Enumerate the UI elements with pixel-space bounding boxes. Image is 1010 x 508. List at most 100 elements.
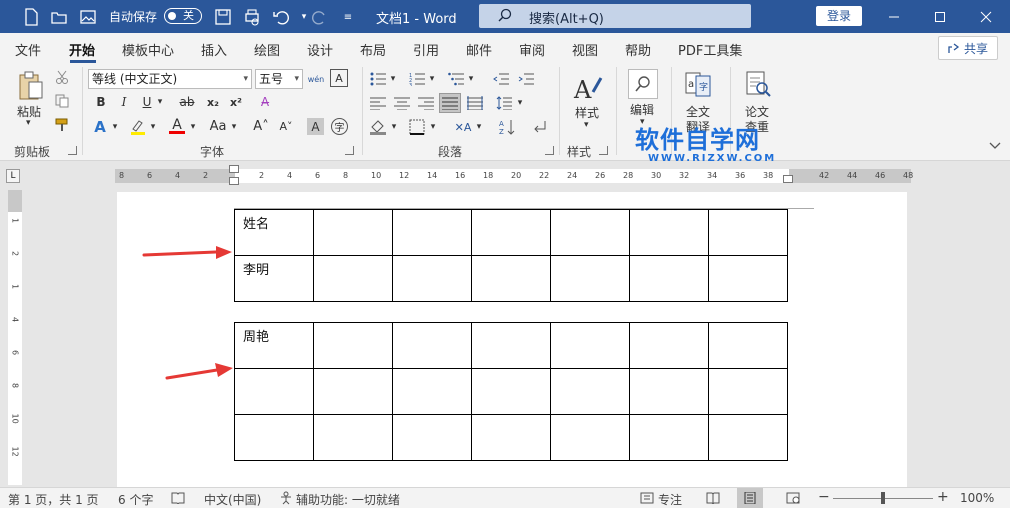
bold-icon[interactable]: B <box>94 95 108 109</box>
phonetic-guide-icon[interactable]: wén <box>306 69 326 89</box>
italic-icon[interactable]: I <box>117 95 131 109</box>
table-cell[interactable] <box>550 368 630 415</box>
text-effects-icon[interactable]: A <box>92 118 108 136</box>
table-cell[interactable] <box>313 414 393 461</box>
strikethrough-icon[interactable]: ab <box>179 95 195 109</box>
focus-label[interactable]: 专注 <box>658 491 682 508</box>
table-cell[interactable] <box>471 368 551 415</box>
vertical-ruler[interactable]: 1 2 1 4 6 8 10 12 <box>8 190 22 485</box>
paper-check-icon[interactable] <box>743 69 773 99</box>
translate-icon[interactable]: a字 <box>683 69 713 99</box>
shrink-font-icon[interactable]: A˅ <box>277 118 295 134</box>
left-indent-marker[interactable] <box>229 177 239 185</box>
tab-help[interactable]: 帮助 <box>625 40 651 59</box>
customize-qat-icon[interactable]: ≡ <box>337 6 359 28</box>
shading-icon[interactable] <box>369 118 387 136</box>
word-count[interactable]: 6 个字 <box>118 491 153 508</box>
paragraph-launcher-icon[interactable] <box>545 146 554 155</box>
zoom-out-icon[interactable]: − <box>818 489 830 505</box>
enclose-characters-icon[interactable]: 字 <box>331 118 348 135</box>
tab-file[interactable]: 文件 <box>15 40 41 59</box>
tab-references[interactable]: 引用 <box>413 40 439 59</box>
table-cell[interactable] <box>708 209 788 256</box>
table-cell[interactable] <box>313 322 393 369</box>
table-cell[interactable] <box>629 209 709 256</box>
table-1[interactable]: 姓名 李明 <box>234 209 788 302</box>
table-cell[interactable] <box>629 368 709 415</box>
multilevel-list-icon[interactable] <box>447 71 465 87</box>
align-left-icon[interactable] <box>369 95 387 111</box>
print-preview-icon[interactable] <box>241 6 263 28</box>
character-shading-icon[interactable]: A <box>307 118 324 135</box>
table-cell[interactable] <box>708 368 788 415</box>
read-mode-icon[interactable] <box>706 492 720 504</box>
accessibility-icon[interactable] <box>279 491 293 505</box>
table-cell[interactable] <box>708 255 788 302</box>
paste-icon[interactable] <box>16 69 46 103</box>
table-cell[interactable] <box>471 322 551 369</box>
tab-selector[interactable]: L <box>6 169 20 183</box>
redo-icon[interactable] <box>309 6 331 28</box>
tab-design[interactable]: 设计 <box>307 40 333 59</box>
tab-insert[interactable]: 插入 <box>201 40 227 59</box>
font-color-icon[interactable]: A <box>168 117 186 135</box>
clear-formatting-icon[interactable]: A̶ <box>256 93 274 111</box>
tab-mailings[interactable]: 邮件 <box>466 40 492 59</box>
proofing-icon[interactable] <box>171 492 185 504</box>
styles-launcher-icon[interactable] <box>599 146 608 155</box>
table-cell[interactable] <box>471 255 551 302</box>
table-cell[interactable] <box>392 322 472 369</box>
table-cell[interactable] <box>629 414 709 461</box>
font-launcher-icon[interactable] <box>345 146 354 155</box>
paste-dropdown-icon[interactable]: ▾ <box>26 118 31 128</box>
font-size-select[interactable]: 五号 ▾ <box>255 69 303 89</box>
accessibility-status[interactable]: 辅助功能: 一切就绪 <box>296 491 400 508</box>
table-cell[interactable] <box>392 255 472 302</box>
borders-dropdown-icon[interactable]: ▾ <box>428 120 438 134</box>
table-cell[interactable] <box>550 322 630 369</box>
format-painter-icon[interactable] <box>54 117 70 133</box>
document-page[interactable]: 姓名 李明 周艳 <box>117 192 907 487</box>
table-cell[interactable] <box>629 255 709 302</box>
asian-layout-icon[interactable]: ✕A <box>452 118 474 136</box>
right-indent-marker[interactable] <box>783 175 793 183</box>
language-status[interactable]: 中文(中国) <box>204 491 261 508</box>
subscript-icon[interactable]: x₂ <box>205 95 221 109</box>
table-cell[interactable] <box>629 322 709 369</box>
table-cell[interactable] <box>550 414 630 461</box>
share-button[interactable]: 共享 <box>938 36 998 60</box>
login-button[interactable]: 登录 <box>816 6 862 26</box>
underline-icon[interactable]: U <box>140 95 154 109</box>
focus-icon[interactable] <box>640 492 654 504</box>
justify-icon[interactable] <box>439 93 461 113</box>
table-cell[interactable]: 姓名 <box>234 209 314 256</box>
table-2[interactable]: 周艳 <box>234 322 788 461</box>
table-cell[interactable]: 周艳 <box>234 322 314 369</box>
search-box[interactable]: 搜索(Alt+Q) <box>479 4 751 28</box>
tab-draw[interactable]: 绘图 <box>254 40 280 59</box>
tab-view[interactable]: 视图 <box>572 40 598 59</box>
editing-label[interactable]: 编辑 <box>630 101 654 118</box>
page-info[interactable]: 第 1 页，共 1 页 <box>8 491 99 508</box>
table-cell[interactable] <box>392 368 472 415</box>
minimize-button[interactable] <box>871 0 917 33</box>
multilevel-dropdown-icon[interactable]: ▾ <box>466 72 476 86</box>
open-folder-icon[interactable] <box>48 6 70 28</box>
cut-icon[interactable] <box>54 69 70 85</box>
shading-dropdown-icon[interactable]: ▾ <box>389 120 399 134</box>
close-button[interactable] <box>963 0 1009 33</box>
borders-icon[interactable] <box>408 118 426 136</box>
collapse-ribbon-icon[interactable] <box>988 139 1002 153</box>
save-icon[interactable] <box>212 6 234 28</box>
underline-dropdown-icon[interactable]: ▾ <box>155 95 165 109</box>
table-cell[interactable] <box>313 368 393 415</box>
distributed-icon[interactable] <box>466 95 484 111</box>
font-name-select[interactable]: 等线 (中文正文) ▾ <box>88 69 252 89</box>
sort-icon[interactable]: AZ <box>498 118 516 136</box>
copy-icon[interactable] <box>54 93 70 109</box>
autosave-toggle[interactable]: 关 <box>164 8 202 24</box>
line-spacing-icon[interactable] <box>495 95 513 111</box>
numbering-dropdown-icon[interactable]: ▾ <box>427 72 437 86</box>
tab-review[interactable]: 审阅 <box>519 40 545 59</box>
table-cell[interactable] <box>550 209 630 256</box>
